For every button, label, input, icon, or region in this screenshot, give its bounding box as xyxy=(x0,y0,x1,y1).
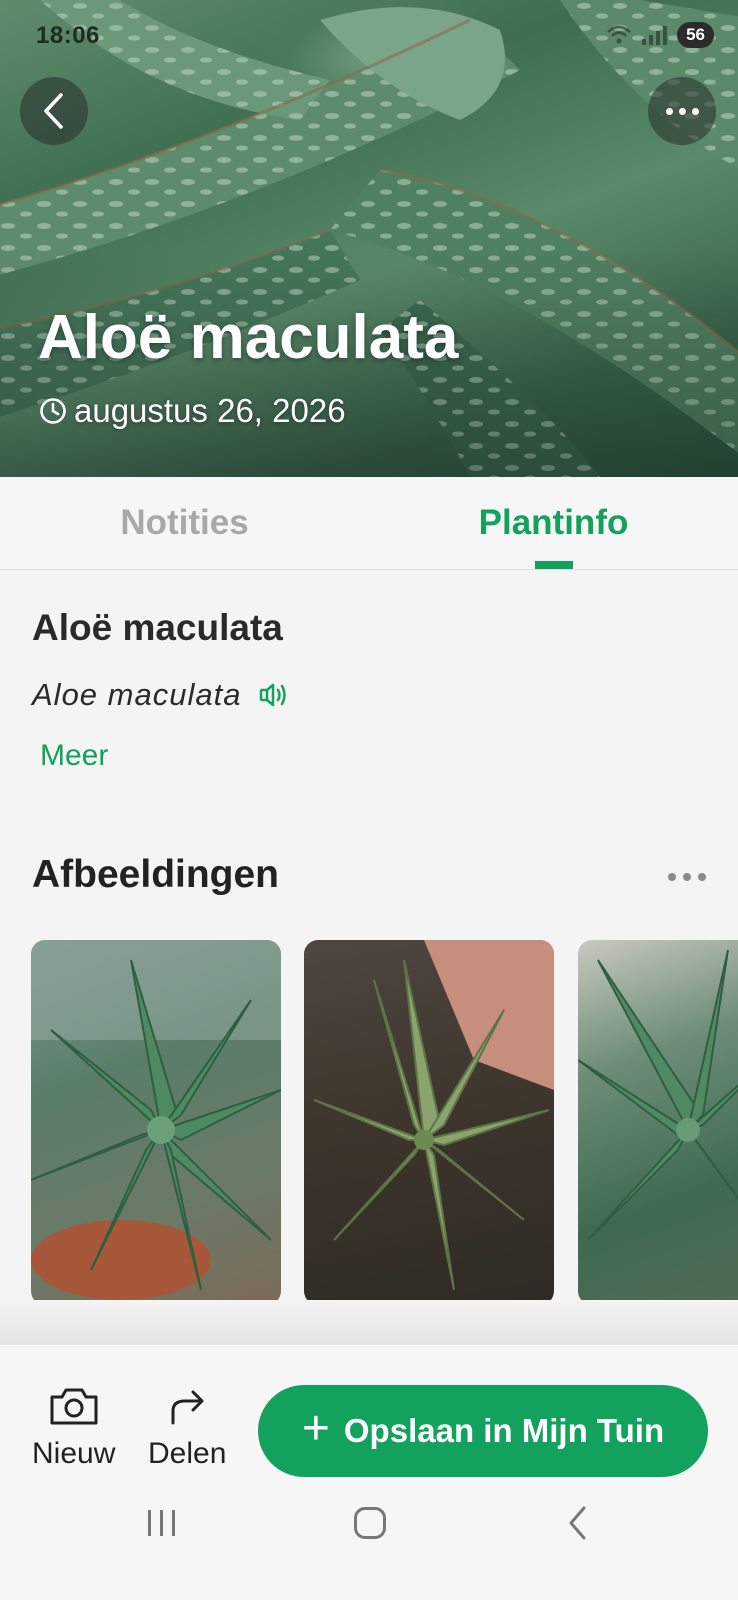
battery-indicator: 56 xyxy=(677,22,714,48)
images-section: Afbeeldingen xyxy=(0,811,738,1346)
new-label: Nieuw xyxy=(32,1437,116,1470)
tab-plantinfo[interactable]: Plantinfo xyxy=(369,477,738,569)
more-options-button[interactable] xyxy=(648,77,716,145)
active-tab-indicator xyxy=(534,561,573,569)
tab-label: Notities xyxy=(120,503,249,542)
tab-notities[interactable]: Notities xyxy=(0,477,369,569)
share-arrow-icon xyxy=(171,1390,204,1425)
bottom-action-bar: Nieuw Delen + Opslaan in Mijn Tuin xyxy=(0,1345,738,1495)
hero-date: augustus 26, 2026 xyxy=(74,392,346,429)
share-label: Delen xyxy=(148,1437,227,1470)
aloe-photo-1 xyxy=(31,940,281,1300)
status-time: 18:06 xyxy=(36,22,100,49)
plant-image-thumbnail[interactable] xyxy=(304,940,554,1305)
images-heading: Afbeeldingen xyxy=(32,853,280,896)
chevron-left-icon xyxy=(44,93,63,129)
wifi-icon xyxy=(607,25,631,44)
more-horizontal-icon xyxy=(665,107,699,115)
system-navigation-bar xyxy=(0,1495,738,1600)
share-button[interactable]: Delen xyxy=(148,1385,226,1471)
hero-date-row: augustus 26, 2026 xyxy=(38,392,346,430)
more-link[interactable]: Meer xyxy=(40,739,108,773)
status-icons: 56 xyxy=(606,22,714,48)
clock-icon xyxy=(40,398,66,424)
save-to-garden-button[interactable]: + Opslaan in Mijn Tuin xyxy=(258,1385,708,1477)
plant-info-section: Aloë maculata Aloe maculata Meer xyxy=(0,571,738,811)
aloe-photo-2 xyxy=(313,940,554,1291)
plus-icon: + xyxy=(301,1402,330,1455)
tab-label: Plantinfo xyxy=(478,503,629,542)
back-button[interactable] xyxy=(20,77,88,145)
signal-icon xyxy=(642,25,668,45)
scientific-name-row: Aloe maculata xyxy=(32,677,289,713)
hero-title: Aloë maculata xyxy=(38,303,459,372)
new-photo-button[interactable]: Nieuw xyxy=(32,1385,115,1471)
aloe-photo-3 xyxy=(578,949,738,1241)
plant-image-thumbnail[interactable] xyxy=(31,940,281,1305)
system-back-icon[interactable] xyxy=(566,1505,588,1541)
scientific-name: Aloe maculata xyxy=(32,677,242,712)
speaker-icon[interactable] xyxy=(259,682,289,708)
plant-image-thumbnail[interactable] xyxy=(578,940,738,1305)
section-divider xyxy=(0,1300,738,1345)
camera-icon xyxy=(50,1388,98,1425)
plant-name: Aloë maculata xyxy=(32,607,283,648)
images-more-button[interactable] xyxy=(668,873,706,881)
save-label: Opslaan in Mijn Tuin xyxy=(343,1412,665,1449)
tab-bar: Notities Plantinfo xyxy=(0,477,738,570)
recent-apps-button[interactable] xyxy=(148,1510,175,1536)
home-button[interactable] xyxy=(354,1507,386,1539)
hero-image: 18:06 56 Aloë maculata augustus 26, 2026 xyxy=(0,0,738,477)
